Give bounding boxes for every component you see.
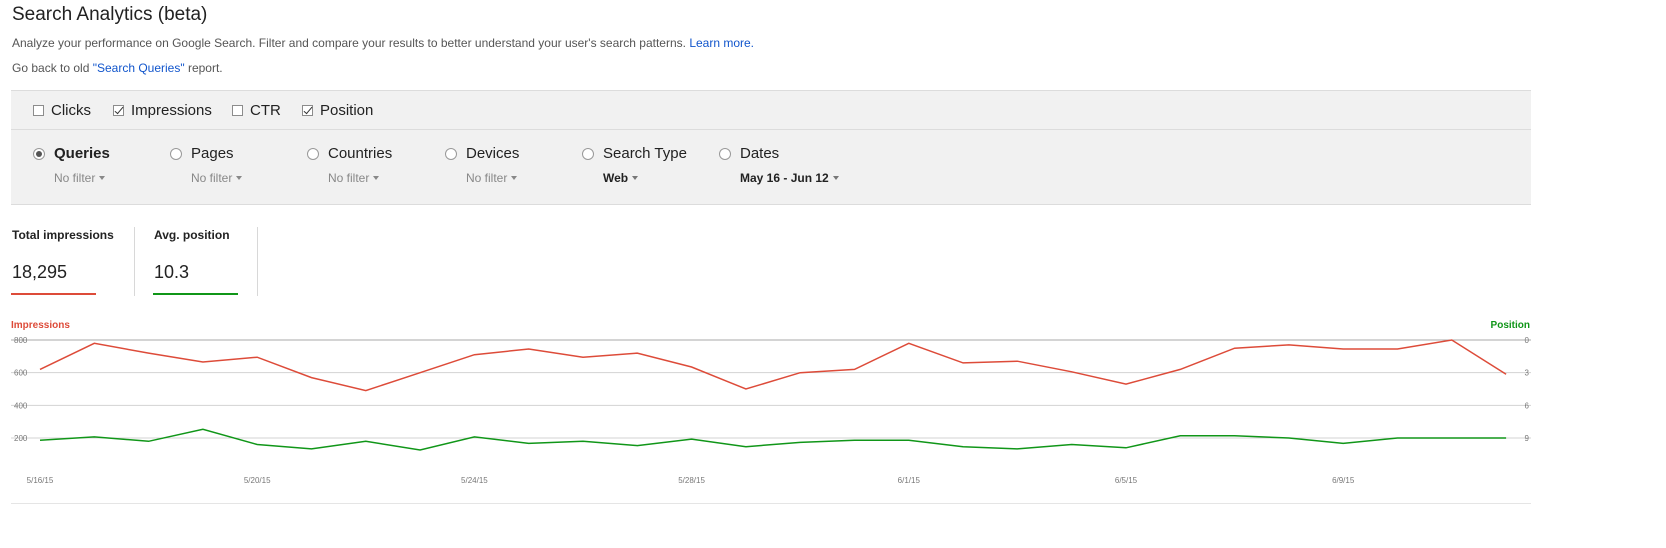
caret-down-icon [99,176,106,180]
metric-impressions-label: Impressions [131,102,212,119]
total-impressions-label: Total impressions [12,228,114,242]
dimension-devices-label: Devices [466,145,520,162]
x-tick-label: 5/24/15 [461,476,488,485]
bottom-divider [11,503,1531,504]
queries-radio[interactable] [33,147,45,160]
right-tick-label: 6 [1525,401,1530,410]
pages-filter-label: No filter [191,171,233,185]
description-text: Analyze your performance on Google Searc… [12,36,686,50]
search-type-radio[interactable] [582,147,594,160]
go-back-suffix: report. [184,61,223,75]
dimensions-bar: Queries No filter Pages No filter Countr… [11,130,1531,205]
caret-down-icon [236,176,243,180]
x-tick-label: 6/5/15 [1115,476,1138,485]
total-impressions-card[interactable]: Total impressions 18,295 [11,228,114,295]
dimension-dates-label: Dates [740,145,780,162]
caret-down-icon [832,176,839,180]
search-type-filter-dropdown[interactable]: Web [603,171,687,185]
dimension-search-type[interactable]: Search Type Web [582,145,687,185]
impressions-underline [11,293,96,295]
queries-filter-label: No filter [54,171,96,185]
impressions-series-line [39,339,1507,392]
avg-position-card[interactable]: Avg. position 10.3 [153,228,238,295]
position-underline [153,293,238,295]
right-tick-label: 0 [1525,336,1530,345]
metric-ctr-label: CTR [250,102,281,119]
search-queries-link[interactable]: "Search Queries" [93,61,185,75]
dimension-search-type-label: Search Type [603,145,687,162]
caret-down-icon [373,176,380,180]
dimension-pages[interactable]: Pages No filter [170,145,243,185]
page-description: Analyze your performance on Google Searc… [12,36,754,50]
dimension-queries-label: Queries [54,145,110,162]
x-tick-label: 5/20/15 [244,476,271,485]
devices-filter-dropdown[interactable]: No filter [466,171,519,185]
card-divider [257,227,258,296]
right-tick-label: 3 [1525,369,1530,378]
pages-radio[interactable] [170,147,182,160]
dimension-devices[interactable]: Devices No filter [445,145,519,185]
caret-down-icon [632,176,639,180]
metric-ctr[interactable]: CTR [232,102,281,119]
metric-clicks[interactable]: Clicks [33,102,91,119]
queries-filter-dropdown[interactable]: No filter [54,171,110,185]
left-tick-label: 400 [14,401,28,410]
left-tick-label: 600 [14,369,28,378]
dates-radio[interactable] [719,147,731,160]
card-divider [134,227,135,296]
metric-clicks-label: Clicks [51,102,91,119]
pages-filter-dropdown[interactable]: No filter [191,171,243,185]
total-impressions-value: 18,295 [12,262,68,282]
performance-chart: 800 0 600 3 400 6 200 9 5/16/15 5/20/15 5/24/15 5/2… [11,336,1531,485]
avg-position-label: Avg. position [154,228,230,242]
clicks-checkbox[interactable] [33,105,44,116]
metric-position[interactable]: Position [302,102,373,119]
page-title: Search Analytics (beta) [12,4,208,25]
caret-down-icon [511,176,518,180]
x-tick-label: 5/16/15 [27,476,54,485]
left-tick-label: 800 [14,336,28,345]
position-series-line [39,428,1507,451]
x-tick-label: 6/9/15 [1332,476,1355,485]
search-type-filter-label: Web [603,171,629,185]
dimension-queries[interactable]: Queries No filter [33,145,110,185]
ctr-checkbox[interactable] [232,105,243,116]
dimension-pages-label: Pages [191,145,234,162]
dimension-countries-label: Countries [328,145,393,162]
go-back-prefix: Go back to old [12,61,93,75]
countries-filter-label: No filter [328,171,370,185]
metric-impressions[interactable]: Impressions [113,102,212,119]
go-back-note: Go back to old "Search Queries" report. [12,61,223,75]
devices-filter-label: No filter [466,171,508,185]
x-tick-label: 6/1/15 [898,476,921,485]
countries-radio[interactable] [307,147,319,160]
devices-radio[interactable] [445,147,457,160]
position-checkbox[interactable] [302,105,313,116]
metrics-bar: Clicks Impressions CTR Position [11,90,1531,130]
x-tick-label: 5/28/15 [678,476,705,485]
metric-position-label: Position [320,102,374,119]
countries-filter-dropdown[interactable]: No filter [328,171,392,185]
left-tick-label: 200 [14,434,28,443]
dimension-countries[interactable]: Countries No filter [307,145,392,185]
right-tick-label: 9 [1525,434,1530,443]
impressions-checkbox[interactable] [113,105,124,116]
dimension-dates[interactable]: Dates May 16 - Jun 12 [719,145,839,185]
dates-filter-label: May 16 - Jun 12 [740,171,829,185]
dates-filter-dropdown[interactable]: May 16 - Jun 12 [740,171,839,185]
avg-position-value: 10.3 [154,262,190,282]
learn-more-link[interactable]: Learn more. [689,36,754,50]
